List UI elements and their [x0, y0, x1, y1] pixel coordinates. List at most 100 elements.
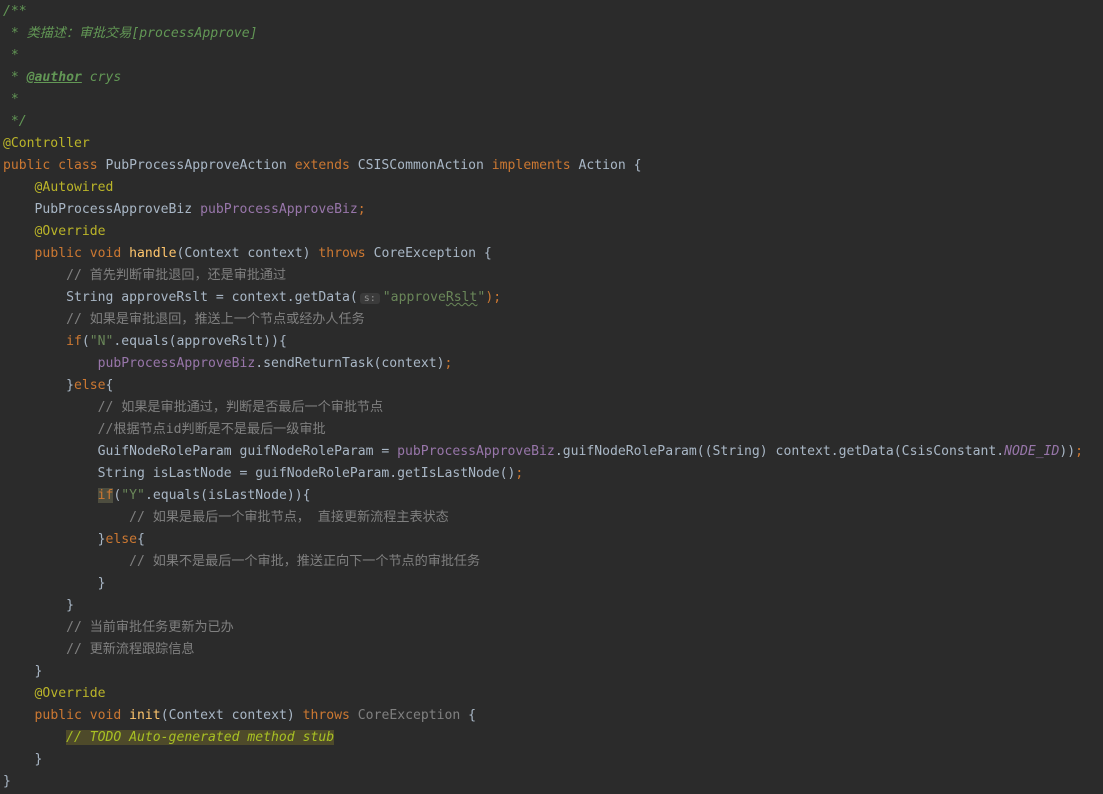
code-line[interactable]: * 类描述：审批交易[processApprove] — [3, 23, 1103, 45]
code-line[interactable]: if("N".equals(approveRslt)){ — [3, 331, 1103, 353]
annotation-token: @Override — [34, 686, 106, 701]
code-line[interactable]: * — [3, 45, 1103, 67]
comment-token: // 当前审批任务更新为已办 — [3, 620, 234, 635]
comment-token: // 如果是审批通过，判断是否最后一个审批节点 — [3, 400, 384, 415]
doc-comment-token: * — [3, 92, 19, 107]
code-line[interactable]: }else{ — [3, 375, 1103, 397]
keyword-token: else — [73, 378, 106, 393]
code-text: .guifNodeRoleParam((String) context.getD… — [554, 444, 1005, 459]
code-line[interactable]: } — [3, 661, 1103, 683]
keyword-token: ; — [444, 356, 453, 371]
unused-type-token: CoreException — [357, 708, 469, 723]
keyword-token: throws — [318, 246, 374, 261]
code-line[interactable]: */ — [3, 111, 1103, 133]
annotation-token: @Controller — [3, 136, 90, 151]
code-line[interactable]: }else{ — [3, 529, 1103, 551]
code-text: } — [3, 576, 106, 591]
code-text: .equals(isLastNode)){ — [144, 488, 311, 503]
code-line[interactable]: /** — [3, 1, 1103, 23]
code-line[interactable]: GuifNodeRoleParam guifNodeRoleParam = pu… — [3, 441, 1103, 463]
code-text: (Context context) — [176, 246, 319, 261]
code-text: { — [137, 532, 145, 547]
code-line[interactable]: // 如果不是最后一个审批，推送正向下一个节点的审批任务 — [3, 551, 1103, 573]
code-line[interactable]: @Override — [3, 683, 1103, 705]
code-line[interactable]: @Autowired — [3, 177, 1103, 199]
code-text: CoreException { — [373, 246, 492, 261]
code-line[interactable]: // TODO Auto-generated method stub — [3, 727, 1103, 749]
keyword-token: public class — [3, 158, 106, 173]
doc-comment-token: crys — [81, 70, 122, 85]
code-line[interactable]: // 首先判断审批退回，还是审批通过 — [3, 265, 1103, 287]
keyword-token: public void — [34, 708, 130, 723]
code-line[interactable]: //根据节点id判断是不是最后一级审批 — [3, 419, 1103, 441]
doc-comment-token: * — [3, 70, 27, 85]
comment-token: // 如果是审批退回，推送上一个节点或经办人任务 — [3, 312, 365, 327]
code-text: .sendReturnTask(context) — [255, 356, 445, 371]
code-line[interactable]: pubProcessApproveBiz.sendReturnTask(cont… — [3, 353, 1103, 375]
code-line[interactable]: } — [3, 595, 1103, 617]
code-line[interactable]: // 如果是审批退回，推送上一个节点或经办人任务 — [3, 309, 1103, 331]
keyword-token: ; — [515, 466, 524, 481]
doc-tag-token: @author — [26, 70, 82, 85]
code-text: } — [3, 774, 11, 789]
field-token: pubProcessApproveBiz — [200, 202, 358, 217]
keyword-token: extends — [294, 158, 358, 173]
code-line[interactable]: } — [3, 771, 1103, 793]
todo-comment: // TODO Auto-generated method stub — [66, 730, 335, 745]
keyword-token: ; — [1075, 444, 1084, 459]
code-line[interactable]: } — [3, 573, 1103, 595]
code-text: (Context context) — [160, 708, 303, 723]
method-name: handle — [129, 246, 177, 261]
code-text: } — [3, 752, 43, 767]
field-token: pubProcessApproveBiz — [97, 356, 256, 371]
comment-token: // 如果是最后一个审批节点， 直接更新流程主表状态 — [3, 510, 449, 525]
parameter-hint: s: — [359, 293, 380, 304]
code-text: { — [468, 708, 477, 723]
code-text: PubProcessApproveAction — [105, 158, 295, 173]
code-line[interactable]: if("Y".equals(isLastNode)){ — [3, 485, 1103, 507]
string-literal: Rslt — [445, 290, 478, 305]
code-line[interactable]: // 更新流程跟踪信息 — [3, 639, 1103, 661]
field-token: pubProcessApproveBiz — [397, 444, 555, 459]
code-line[interactable]: // 如果是审批通过，判断是否最后一个审批节点 — [3, 397, 1103, 419]
code-line[interactable]: @Controller — [3, 133, 1103, 155]
code-line[interactable]: } — [3, 749, 1103, 771]
code-text: )) — [1059, 444, 1076, 459]
comment-token: // 首先判断审批退回，还是审批通过 — [3, 268, 287, 283]
comment-token: // 如果不是最后一个审批，推送正向下一个节点的审批任务 — [3, 554, 481, 569]
doc-comment-token: */ — [3, 114, 27, 129]
keyword-token: if — [97, 488, 114, 503]
code-text: } — [3, 532, 106, 547]
code-line[interactable]: public void handle(Context context) thro… — [3, 243, 1103, 265]
code-line[interactable]: * — [3, 89, 1103, 111]
code-text: ( — [81, 334, 90, 349]
string-literal: "Y" — [121, 488, 145, 503]
keyword-token: throws — [302, 708, 358, 723]
code-line[interactable]: @Override — [3, 221, 1103, 243]
code-line[interactable]: * @author crys — [3, 67, 1103, 89]
code-line[interactable]: public void init(Context context) throws… — [3, 705, 1103, 727]
code-text: Action { — [578, 158, 642, 173]
code-line[interactable]: String isLastNode = guifNodeRoleParam.ge… — [3, 463, 1103, 485]
code-line[interactable]: PubProcessApproveBiz pubProcessApproveBi… — [3, 199, 1103, 221]
code-line[interactable]: public class PubProcessApproveAction ext… — [3, 155, 1103, 177]
code-line[interactable]: // 如果是最后一个审批节点， 直接更新流程主表状态 — [3, 507, 1103, 529]
code-text: .equals(approveRslt)){ — [113, 334, 287, 349]
code-editor[interactable]: /** * 类描述：审批交易[processApprove] * * @auth… — [0, 0, 1103, 794]
doc-comment-token: * 类描述：审批交易[processApprove] — [3, 26, 258, 41]
doc-comment-token: * — [3, 48, 19, 63]
code-text: } — [3, 378, 74, 393]
keyword-token: ); — [485, 290, 502, 305]
code-line[interactable]: // 当前审批任务更新为已办 — [3, 617, 1103, 639]
string-literal: "approve — [382, 290, 446, 305]
keyword-token: implements — [491, 158, 579, 173]
code-text: } — [3, 664, 43, 679]
code-line[interactable]: String approveRslt = context.getData(s: "… — [3, 287, 1103, 309]
